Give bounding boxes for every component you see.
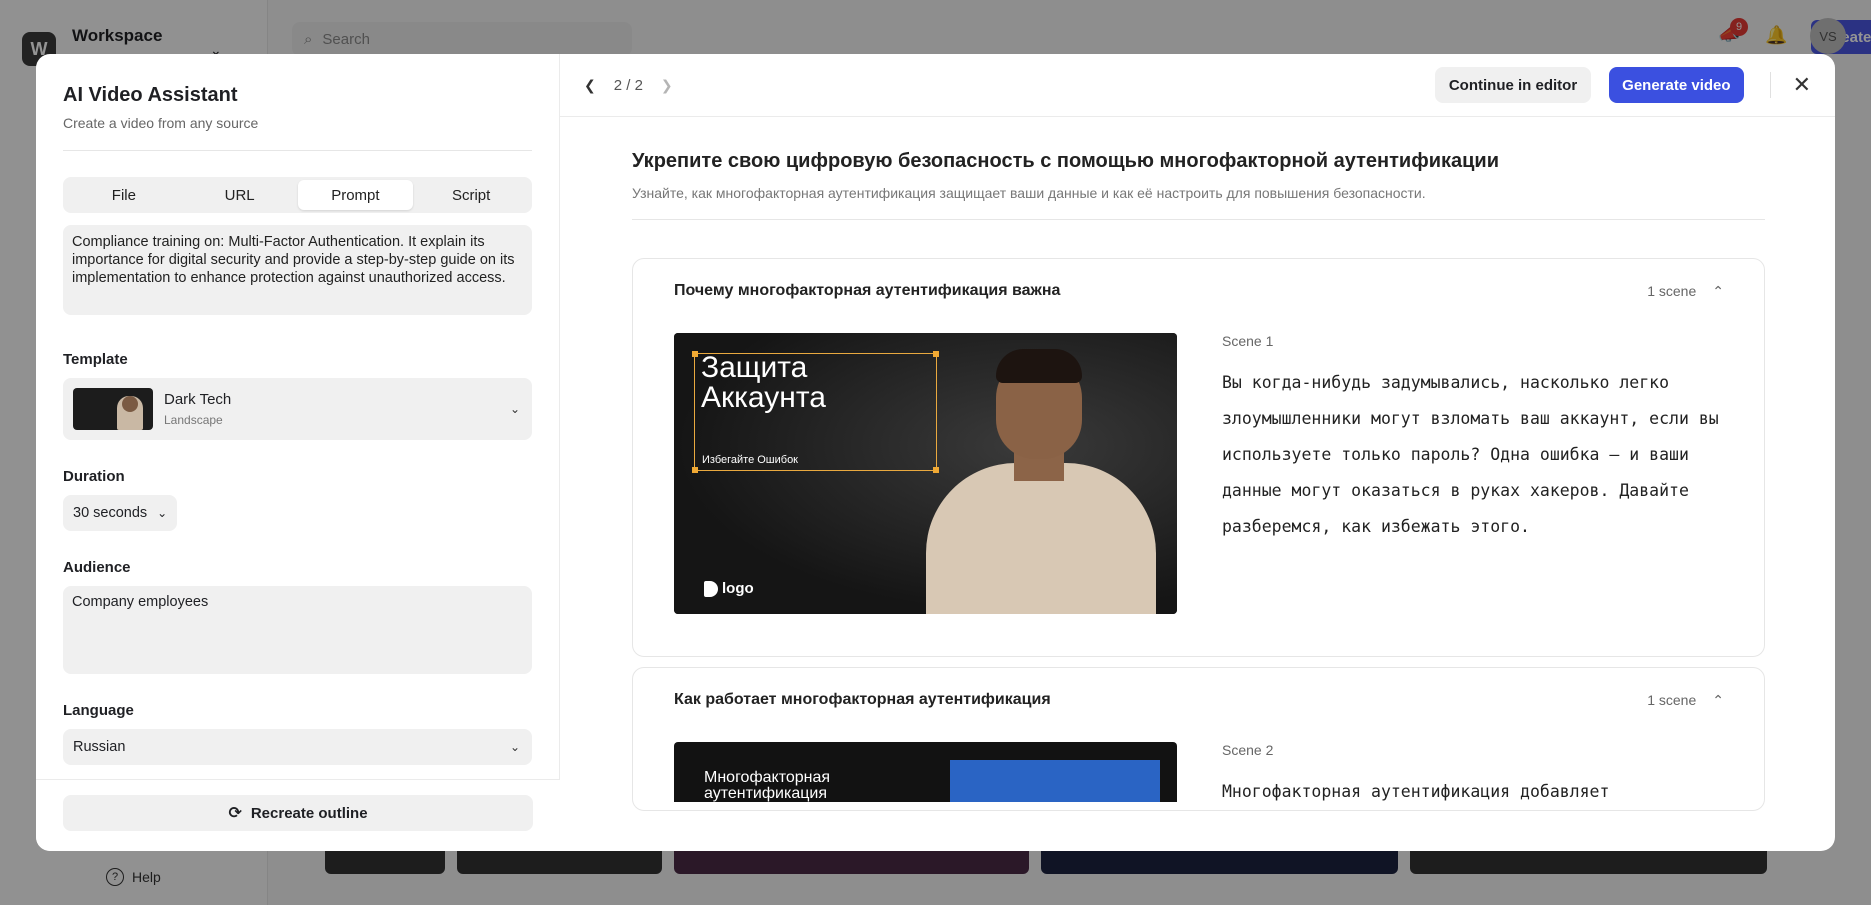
scene-thumbnail[interactable]: Защита Аккаунта Избегайте Ошибок logo <box>674 333 1177 614</box>
outline-section: Как работает многофакторная аутентификац… <box>632 667 1765 811</box>
recreate-outline-button[interactable]: ⟳ Recreate outline <box>63 795 533 831</box>
template-label: Template <box>63 351 128 368</box>
tab-url[interactable]: URL <box>182 180 298 210</box>
thumbnail-heading: Многофакторная аутентификация <box>704 769 831 802</box>
scene-label: Scene 2 <box>1222 742 1274 758</box>
generate-video-button[interactable]: Generate video <box>1609 67 1744 103</box>
section-title: Как работает многофакторная аутентификац… <box>674 691 1051 708</box>
divider <box>632 219 1765 220</box>
chevron-right-icon[interactable]: ❯ <box>661 77 673 94</box>
section-title: Почему многофакторная аутентификация важ… <box>674 282 1061 299</box>
template-thumbnail <box>73 388 153 430</box>
section-header[interactable]: Почему многофакторная аутентификация важ… <box>674 259 1724 323</box>
audience-label: Audience <box>63 559 131 576</box>
logo-icon <box>704 580 718 597</box>
outline-document: Укрепите свою цифровую безопасность с по… <box>632 150 1765 851</box>
scene-script[interactable]: Вы когда-нибудь задумывались, насколько … <box>1222 365 1724 545</box>
template-name: Dark Tech <box>164 391 232 408</box>
chevron-down-icon: ⌄ <box>157 506 168 520</box>
continue-in-editor-button[interactable]: Continue in editor <box>1434 67 1592 103</box>
template-select[interactable]: Dark Tech Landscape ⌄ <box>63 378 532 440</box>
source-tabs: File URL Prompt Script <box>63 177 532 213</box>
scene-label: Scene 1 <box>1222 333 1274 349</box>
modal-subtitle: Create a video from any source <box>63 115 259 131</box>
chevron-up-icon[interactable]: ⌃ <box>1712 283 1724 300</box>
outline-subtitle: Узнайте, как многофакторная аутентификац… <box>632 185 1426 201</box>
modal-title: AI Video Assistant <box>63 84 238 106</box>
tab-prompt[interactable]: Prompt <box>297 180 414 210</box>
close-icon[interactable]: ✕ <box>1793 72 1811 98</box>
scene-count: 1 scene <box>1647 692 1697 708</box>
audience-input[interactable]: Company employees <box>63 586 532 674</box>
language-label: Language <box>63 702 134 719</box>
scene-script[interactable]: Многофакторная аутентификация добавляет <box>1222 774 1724 810</box>
duration-select[interactable]: 30 seconds ⌄ <box>63 495 178 531</box>
ai-video-assistant-modal: AI Video Assistant Create a video from a… <box>36 54 1835 851</box>
thumbnail-subheading: Избегайте Ошибок <box>702 454 798 466</box>
recreate-outline-label: Recreate outline <box>250 804 368 822</box>
scene-thumbnail[interactable]: Многофакторная аутентификация <box>674 742 1177 802</box>
outline-title: Укрепите свою цифровую безопасность с по… <box>632 150 1500 172</box>
chevron-down-icon: ⌄ <box>509 740 520 754</box>
presenter-image <box>902 343 1177 614</box>
prompt-textarea[interactable]: Compliance training on: Multi-Factor Aut… <box>63 225 532 315</box>
logo: logo <box>704 580 754 597</box>
chevron-up-icon[interactable]: ⌃ <box>1712 692 1724 709</box>
template-orientation: Landscape <box>164 413 223 427</box>
chevron-left-icon[interactable]: ❮ <box>584 77 596 94</box>
language-value: Russian <box>73 739 126 755</box>
section-header[interactable]: Как работает многофакторная аутентификац… <box>674 668 1724 732</box>
thumbnail-heading: Защита Аккаунта <box>701 351 826 414</box>
outline-sections: Почему многофакторная аутентификация важ… <box>632 258 1765 851</box>
chevron-down-icon: ⌄ <box>509 402 520 416</box>
page-indicator: 2 / 2 <box>613 76 643 94</box>
thumbnail-image <box>950 760 1160 802</box>
divider <box>1769 72 1771 98</box>
refresh-icon: ⟳ <box>228 805 242 822</box>
tab-script[interactable]: Script <box>413 180 529 210</box>
pager: ❮ 2 / 2 ❯ <box>584 77 673 94</box>
scene-count: 1 scene <box>1647 283 1697 299</box>
duration-label: Duration <box>63 468 125 485</box>
tab-file[interactable]: File <box>66 180 182 210</box>
outline-section: Почему многофакторная аутентификация важ… <box>632 258 1765 657</box>
outline-preview: ❮ 2 / 2 ❯ Continue in editor Generate vi… <box>560 54 1835 851</box>
settings-panel: AI Video Assistant Create a video from a… <box>36 54 560 851</box>
duration-value: 30 seconds <box>73 505 148 521</box>
language-select[interactable]: Russian ⌄ <box>63 729 532 765</box>
